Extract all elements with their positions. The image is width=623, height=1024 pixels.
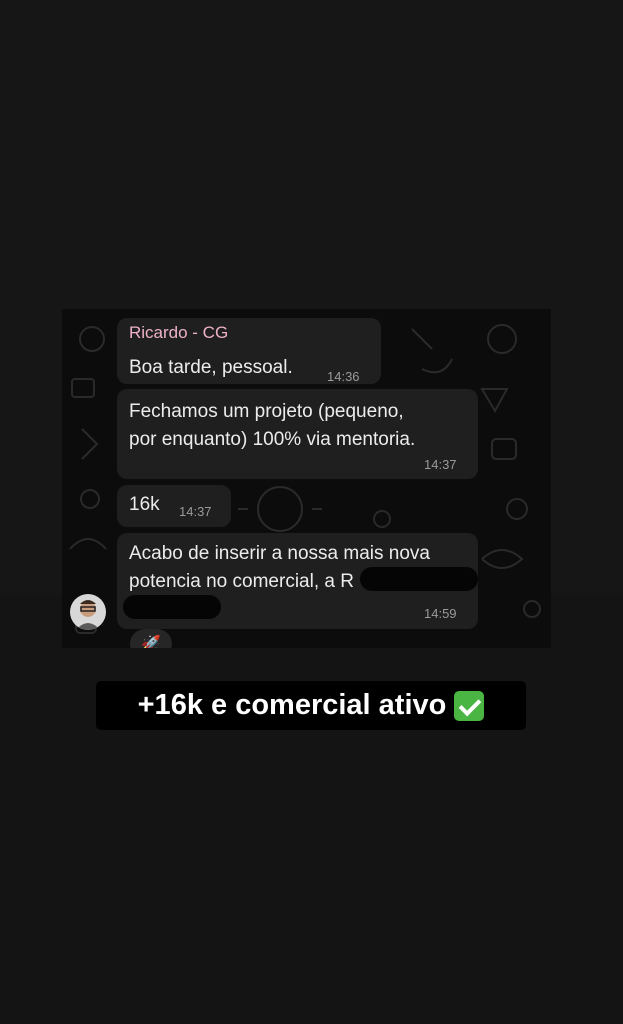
story-caption: +16k e comercial ativo <box>96 681 526 730</box>
message-time: 14:37 <box>179 504 212 519</box>
message-bubble: Fechamos um projeto (pequeno, por enquan… <box>117 389 478 479</box>
check-mark-icon <box>454 690 485 721</box>
message-bubble: 16k 14:37 <box>117 485 231 527</box>
redaction-mark <box>360 567 478 591</box>
message-bubble: Acabo de inserir a nossa mais nova poten… <box>117 533 478 629</box>
message-time: 14:36 <box>327 369 360 384</box>
rocket-reaction-icon[interactable]: 🚀 <box>130 629 172 648</box>
message-text: Fechamos um projeto (pequeno, por enquan… <box>129 401 416 450</box>
message-text: Boa tarde, pessoal. <box>129 357 293 378</box>
avatar <box>70 594 106 630</box>
message-text: 16k <box>129 494 160 515</box>
chat-screenshot: Ricardo - CG Boa tarde, pessoal. 14:36 F… <box>62 309 551 648</box>
message-bubble: Ricardo - CG Boa tarde, pessoal. 14:36 <box>117 318 381 384</box>
redaction-mark <box>123 595 221 619</box>
caption-text: +16k e comercial ativo <box>137 689 447 721</box>
sender-name: Ricardo - CG <box>129 323 229 342</box>
message-time: 14:37 <box>424 457 457 472</box>
message-time: 14:59 <box>424 606 457 621</box>
